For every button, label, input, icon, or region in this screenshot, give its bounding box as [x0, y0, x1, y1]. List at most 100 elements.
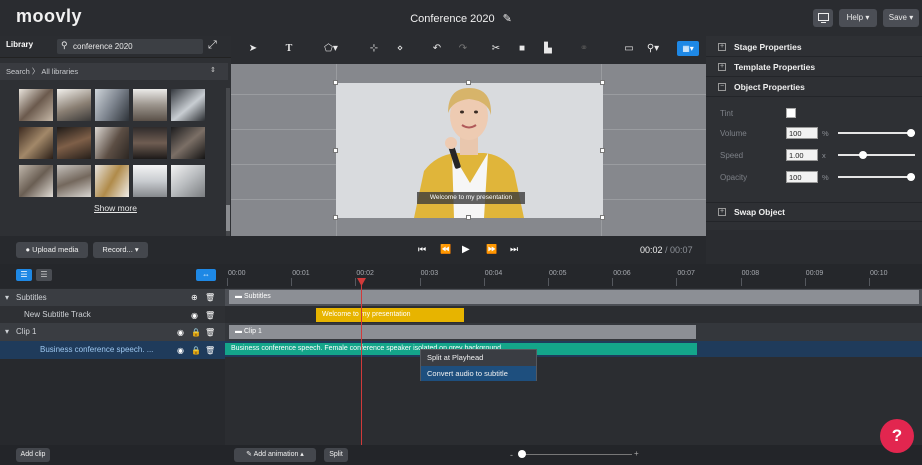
media-thumbnail[interactable] — [18, 164, 54, 198]
show-more-link[interactable]: Show more — [0, 203, 231, 213]
resize-handle[interactable] — [333, 80, 338, 85]
opacity-slider-knob[interactable] — [907, 173, 915, 181]
playhead[interactable] — [361, 279, 362, 445]
help-bubble-button[interactable]: ? — [880, 419, 914, 453]
media-thumbnail[interactable] — [170, 126, 206, 160]
lock-icon[interactable]: 🔒 — [191, 328, 201, 337]
pointer-icon[interactable]: ➤ — [246, 43, 260, 55]
rewind-icon[interactable]: ⏪ — [440, 244, 451, 255]
resize-handle[interactable] — [466, 80, 471, 85]
expand-plus-icon[interactable]: + — [718, 43, 726, 51]
subtitles-clip[interactable]: ▬ Subtitles — [229, 290, 919, 304]
library-tab[interactable]: Library — [6, 40, 33, 49]
save-menu-button[interactable]: Save ▾ — [883, 9, 919, 27]
media-thumbnail[interactable] — [94, 88, 130, 122]
resize-handle[interactable] — [466, 215, 471, 220]
caret-down-icon[interactable]: ▾ — [5, 289, 9, 307]
caret-down-icon[interactable]: ▾ — [5, 323, 9, 341]
zoom-in-icon[interactable]: + — [634, 449, 639, 458]
split-button[interactable]: Split — [324, 448, 348, 462]
volume-slider[interactable] — [838, 132, 915, 134]
fit-timeline-icon[interactable]: ⇔ — [196, 269, 216, 281]
zoom-icon[interactable]: ⚲▾ — [643, 43, 663, 55]
expand-icon[interactable]: ⤢ — [208, 39, 217, 52]
timeline-zoom-slider[interactable] — [520, 454, 632, 455]
upload-media-button[interactable]: ● Upload media — [16, 242, 88, 258]
copy-icon[interactable]: ■ — [515, 43, 529, 55]
clip-1-clip[interactable]: ▬ Clip 1 — [229, 325, 696, 339]
grid-view-button[interactable]: ▦▾ — [677, 41, 699, 56]
filter-toggle-icon[interactable]: ⇕ — [210, 66, 216, 74]
pencil-icon[interactable]: ✎ — [503, 12, 512, 25]
template-properties-row[interactable]: Template Properties — [706, 57, 922, 77]
resize-handle[interactable] — [600, 148, 605, 153]
project-title[interactable]: Conference 2020 — [410, 13, 494, 25]
media-thumbnail[interactable] — [132, 164, 168, 198]
text-tool-icon[interactable]: T — [282, 43, 296, 55]
timeline-zoom-knob[interactable] — [518, 450, 526, 458]
opacity-slider[interactable] — [838, 176, 915, 178]
zoom-out-icon[interactable]: - — [510, 450, 513, 460]
eye-icon[interactable]: ◉ — [177, 346, 184, 355]
media-thumbnail[interactable] — [170, 164, 206, 198]
swap-object-row[interactable]: Swap Object — [706, 202, 922, 222]
align-horizontal-icon[interactable]: ⋄ — [393, 43, 407, 55]
subtitle-toggle-icon[interactable]: ▭ — [622, 43, 636, 55]
tint-color-swatch[interactable] — [786, 108, 796, 118]
lock-icon[interactable]: 🔒 — [191, 346, 201, 355]
media-thumbnail[interactable] — [56, 126, 92, 160]
media-thumbnail[interactable] — [56, 164, 92, 198]
compact-view-icon[interactable]: ☰ — [36, 269, 52, 281]
library-filter[interactable]: Search 〉 All libraries — [0, 63, 228, 80]
media-thumbnail[interactable] — [170, 88, 206, 122]
object-properties-row[interactable]: Object Properties — [706, 77, 922, 97]
fast-forward-icon[interactable]: ⏩ — [486, 244, 497, 255]
undo-icon[interactable]: ↶ — [430, 43, 444, 55]
stage-properties-row[interactable]: Stage Properties — [706, 37, 922, 57]
media-thumbnail[interactable] — [94, 126, 130, 160]
subtitle-caption[interactable]: Welcome to my presentation — [417, 192, 525, 204]
resize-handle[interactable] — [600, 80, 605, 85]
list-view-icon[interactable]: ☰ — [16, 269, 32, 281]
cut-icon[interactable]: ✂ — [489, 43, 503, 55]
speed-slider[interactable] — [838, 154, 915, 156]
record-button[interactable]: Record... ▾ — [93, 242, 148, 258]
resize-handle[interactable] — [600, 215, 605, 220]
library-scrollbar-thumb[interactable] — [226, 205, 230, 231]
collapse-minus-icon[interactable]: − — [718, 83, 726, 91]
trash-icon[interactable]: 🗑 — [205, 293, 215, 302]
menu-split-at-playhead[interactable]: Split at Playhead — [421, 350, 536, 365]
trash-icon[interactable]: 🗑 — [205, 311, 215, 320]
shape-tool-icon[interactable]: ⬠▾ — [318, 43, 344, 55]
add-animation-button[interactable]: ✎ Add animation ▴ — [234, 448, 316, 462]
paste-icon[interactable]: ▙ — [541, 43, 555, 55]
help-menu-button[interactable]: Help ▾ — [839, 9, 877, 27]
expand-plus-icon[interactable]: + — [718, 63, 726, 71]
menu-convert-audio-to-subtitle[interactable]: Convert audio to subtitle — [421, 366, 536, 381]
speed-input[interactable]: 1.00 — [786, 149, 818, 161]
redo-icon[interactable]: ↷ — [456, 43, 470, 55]
media-thumbnail[interactable] — [56, 88, 92, 122]
media-thumbnail[interactable] — [94, 164, 130, 198]
media-thumbnail[interactable] — [132, 88, 168, 122]
skip-end-icon[interactable]: ⏭ — [510, 244, 518, 255]
media-thumbnail[interactable] — [132, 126, 168, 160]
eye-icon[interactable]: ◉ — [177, 328, 184, 337]
link-icon[interactable]: ⚭ — [577, 43, 591, 55]
resize-handle[interactable] — [333, 148, 338, 153]
volume-input[interactable]: 100 — [786, 127, 818, 139]
skip-start-icon[interactable]: ⏮ — [418, 244, 426, 255]
media-thumbnail[interactable] — [18, 126, 54, 160]
opacity-input[interactable]: 100 — [786, 171, 818, 183]
trash-icon[interactable]: 🗑 — [205, 328, 215, 337]
welcome-subtitle-clip[interactable]: Welcome to my presentation — [316, 308, 464, 322]
resize-handle[interactable] — [333, 215, 338, 220]
trash-icon[interactable]: 🗑 — [205, 346, 215, 355]
align-vertical-icon[interactable]: ⊹ — [367, 43, 381, 55]
preview-monitor-button[interactable] — [813, 9, 833, 27]
expand-plus-icon[interactable]: + — [718, 208, 726, 216]
play-icon[interactable]: ▶ — [462, 244, 470, 255]
speed-slider-knob[interactable] — [858, 151, 867, 159]
media-thumbnail[interactable] — [18, 88, 54, 122]
library-search-input[interactable]: conference 2020 — [57, 39, 203, 54]
